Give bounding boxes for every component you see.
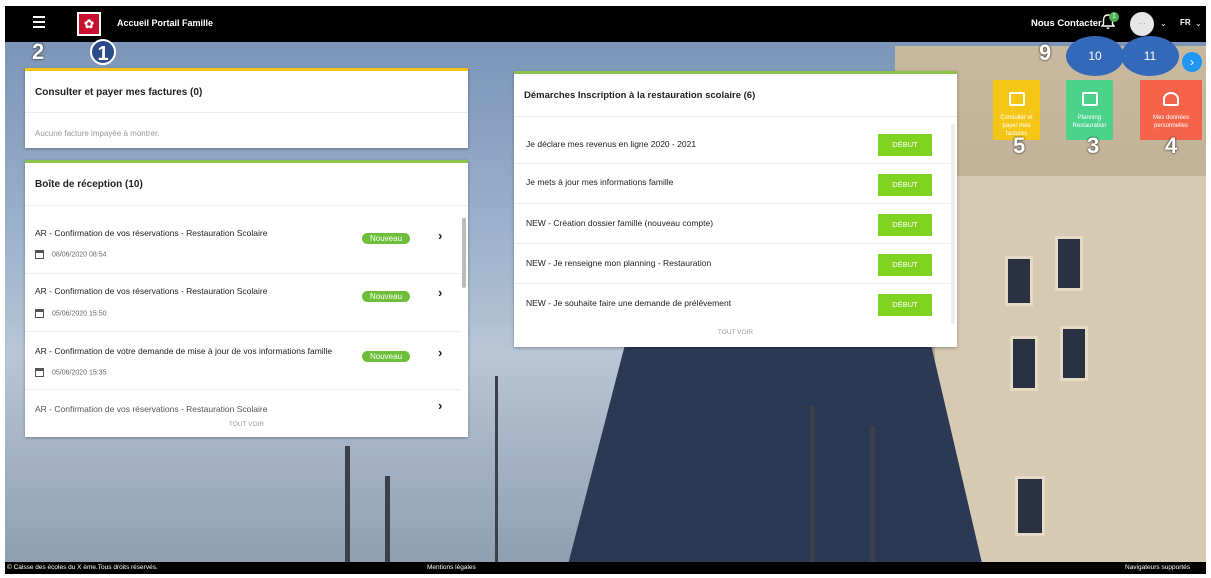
procedure-row[interactable]: Je mets à jour mes informations famille … [514,164,954,204]
annotation-9: 9 [1039,40,1052,65]
procedures-see-all-link[interactable]: TOUT VOIR [514,329,957,336]
procedures-card: Démarches Inscription à la restauration … [514,71,957,347]
page-footer: © Caisse des écoles du X ème.Tous droits… [5,562,1206,574]
inbox-message-row[interactable]: AR - Confirmation de votre demande de mi… [25,332,460,390]
start-button[interactable]: DÉBUT [878,174,932,196]
message-date: 05/06/2020 15:35 [52,369,107,377]
procedure-label: NEW - Je souhaite faire une demande de p… [526,298,732,308]
chevron-right-icon[interactable]: › [438,285,442,300]
start-button[interactable]: DÉBUT [878,134,932,156]
background-spire [495,376,498,562]
chevron-right-icon[interactable]: › [438,398,442,413]
tile-personal-data[interactable]: Mes données personnelles [1140,80,1202,140]
calendar-icon [35,368,44,377]
background-spire [870,426,875,562]
annotation-2: 2 [32,39,45,64]
procedures-title[interactable]: Démarches Inscription à la restauration … [514,74,957,101]
background-window [1010,336,1038,391]
start-button[interactable]: DÉBUT [878,214,932,236]
menu-toggle-icon[interactable] [33,16,45,30]
calendar-icon [35,309,44,318]
invoices-card: Consulter et payer mes factures (0) Aucu… [25,68,468,148]
inbox-see-all-link[interactable]: TOUT VOIR [25,421,468,428]
annotation-3: 3 [1087,133,1100,158]
app-title[interactable]: Accueil Portail Famille [117,18,213,28]
start-button[interactable]: DÉBUT [878,254,932,276]
site-logo[interactable]: ✿ [77,12,101,36]
notification-bell-icon[interactable]: 1 [1100,12,1119,32]
screenshot: ✿ Accueil Portail Famille Nous Contacter… [5,6,1206,574]
calendar-icon [35,250,44,259]
person-icon [1163,92,1179,106]
tile-label: Mes données personnelles [1152,115,1190,129]
background-spire [385,476,390,562]
language-selector[interactable]: FR [1180,18,1191,27]
procedure-row[interactable]: NEW - Création dossier famille (nouveau … [514,204,954,244]
footer-legal-link[interactable]: Mentions légales [427,564,476,571]
tiles-next-arrow-icon[interactable]: › [1182,52,1202,72]
calendar-icon [1082,92,1098,106]
inbox-scrollbar[interactable] [462,218,466,288]
procedure-label: NEW - Création dossier famille (nouveau … [526,218,714,228]
procedures-scrollbar[interactable] [951,124,955,324]
procedure-label: NEW - Je renseigne mon planning - Restau… [526,258,712,268]
new-badge: Nouveau [362,351,411,362]
user-avatar[interactable]: ··· [1130,12,1154,36]
credit-card-icon [1009,92,1025,106]
inbox-card: Boîte de réception (10) AR - Confirmatio… [25,160,468,437]
user-menu-chevron-icon[interactable]: ⌄ [1160,19,1167,28]
top-navigation-bar: ✿ Accueil Portail Famille Nous Contacter… [5,6,1206,42]
background-window [1005,256,1033,306]
procedure-label: Je mets à jour mes informations famille [526,177,674,187]
background-window [1015,476,1045,536]
inbox-message-row[interactable]: AR - Confirmation de vos réservations - … [25,274,460,332]
annotation-10: 10 [1066,36,1124,76]
footer-browsers-link[interactable]: Navigateurs supportés [1125,564,1190,571]
message-title: AR - Confirmation de vos réservations - … [35,404,268,414]
background-window [1060,326,1088,381]
invoices-title[interactable]: Consulter et payer mes factures (0) [25,71,468,98]
chevron-right-icon[interactable]: › [438,345,442,360]
annotation-5: 5 [1013,133,1026,158]
new-badge: Nouveau [362,233,411,244]
procedure-row[interactable]: NEW - Je souhaite faire une demande de p… [514,284,954,324]
annotation-4: 4 [1165,133,1178,158]
language-chevron-icon[interactable]: ⌄ [1195,19,1202,28]
start-button[interactable]: DÉBUT [878,294,932,316]
procedure-row[interactable]: Je déclare mes revenus en ligne 2020 - 2… [514,124,954,164]
message-date: 08/06/2020 08:54 [52,251,107,259]
annotation-1: 1 [90,39,116,65]
inbox-message-row[interactable]: AR - Confirmation de vos réservations - … [25,212,460,274]
tile-invoices[interactable]: Consulter et payer mes factures [993,80,1040,140]
inbox-message-row[interactable]: AR - Confirmation de vos réservations - … [25,390,460,420]
inbox-title[interactable]: Boîte de réception (10) [25,163,468,190]
message-title: AR - Confirmation de votre demande de mi… [35,346,333,356]
background-spire [810,406,815,562]
annotation-11: 11 [1121,36,1179,76]
tile-planning[interactable]: Planning Restauration [1066,80,1113,140]
background-spire [345,446,350,562]
message-title: AR - Confirmation de vos réservations - … [35,286,268,296]
notification-badge: 1 [1109,12,1119,22]
footer-copyright: © Caisse des écoles du X ème.Tous droits… [7,564,158,571]
procedure-label: Je déclare mes revenus en ligne 2020 - 2… [526,139,697,149]
contact-link[interactable]: Nous Contacter [1031,18,1102,29]
chevron-right-icon[interactable]: › [438,228,442,243]
new-badge: Nouveau [362,291,411,302]
background-window [1055,236,1083,291]
procedure-row[interactable]: NEW - Je renseigne mon planning - Restau… [514,244,954,284]
tile-label: Planning Restauration [1072,115,1107,129]
message-title: AR - Confirmation de vos réservations - … [35,228,268,238]
invoices-empty-text: Aucune facture impayée à montrer. [35,129,160,138]
message-date: 05/06/2020 15:50 [52,310,107,318]
